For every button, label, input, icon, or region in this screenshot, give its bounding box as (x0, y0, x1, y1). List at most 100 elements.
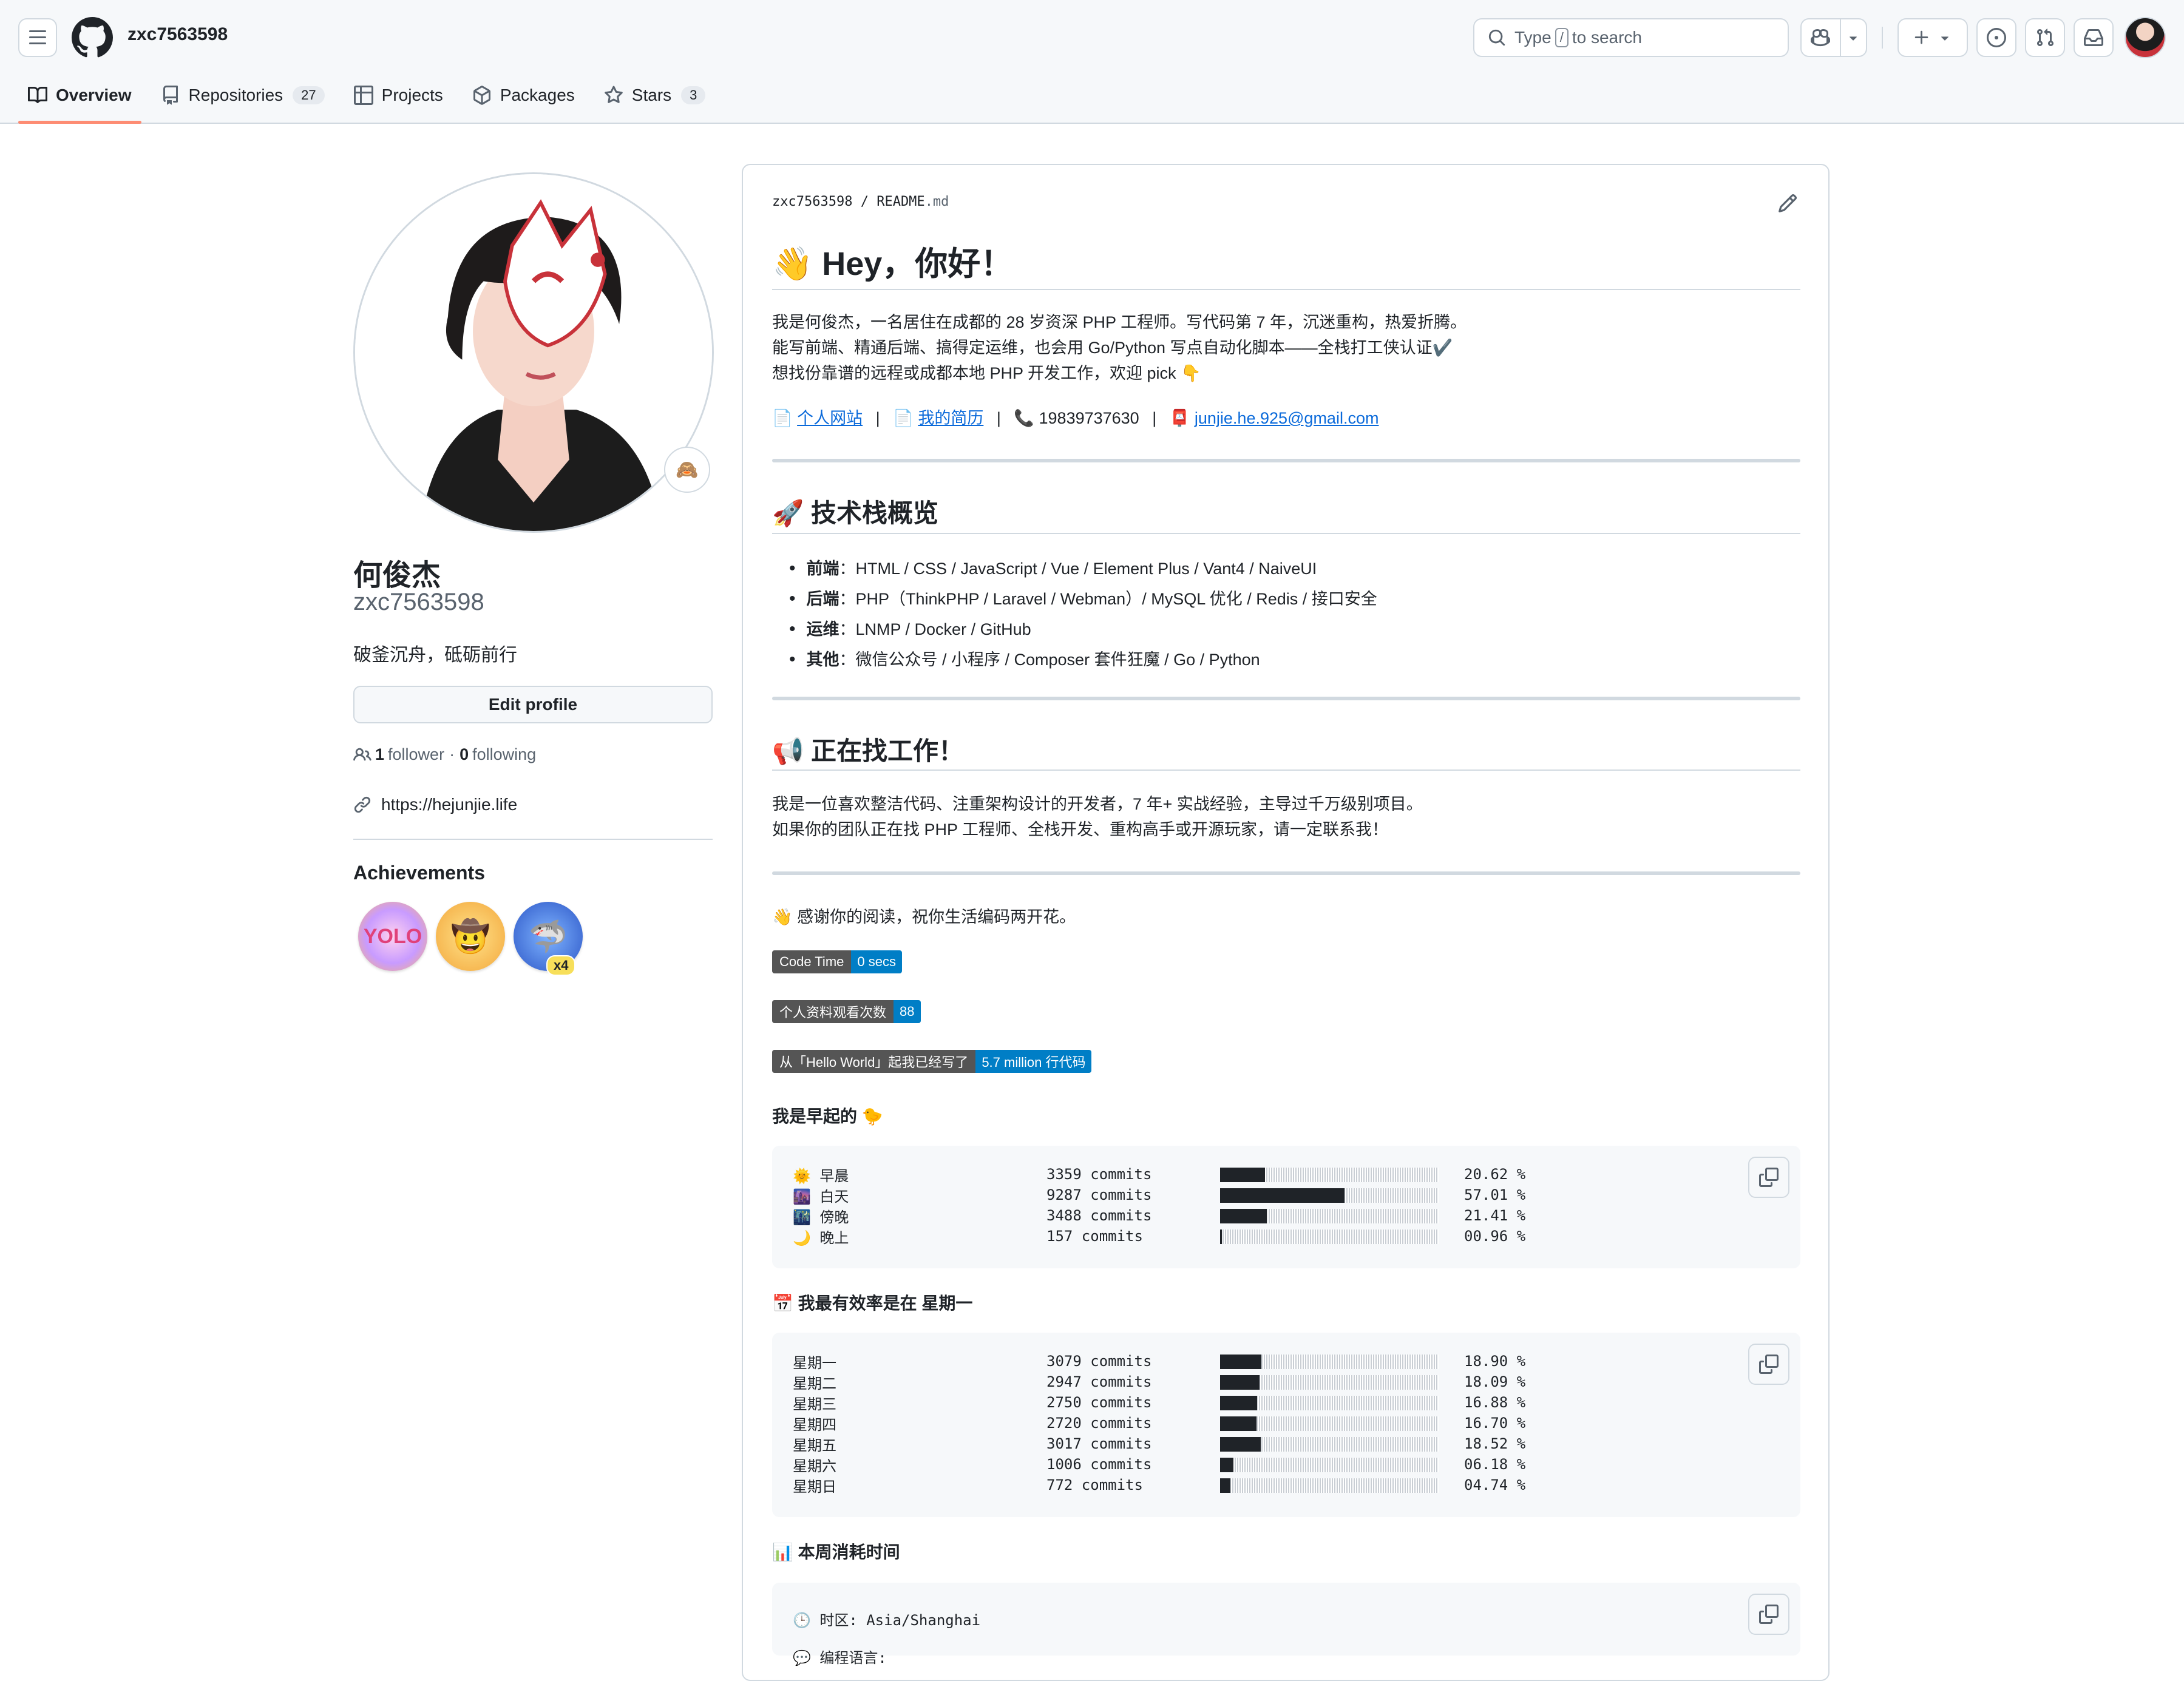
phone-icon: 📞 (1014, 409, 1034, 427)
stat-label: 星期一 (793, 1354, 836, 1372)
code-time-shield[interactable]: Code Time 0 secs (772, 950, 902, 973)
issues-button[interactable] (1976, 18, 2016, 57)
tab-label: Overview (56, 86, 132, 104)
copy-button[interactable] (1748, 1594, 1789, 1635)
stat-commits: 2947 commits (1046, 1373, 1152, 1390)
stat-percent: 16.70 % (1464, 1415, 1526, 1432)
achievements-title: Achievements (353, 862, 485, 884)
readme-user-link[interactable]: zxc7563598 (772, 194, 852, 209)
stat-label: 星期六 (793, 1457, 836, 1475)
profile-avatar[interactable] (353, 172, 714, 533)
git-pull-request-icon (2036, 29, 2054, 47)
pull-requests-button[interactable] (2025, 18, 2065, 57)
copilot-dropdown[interactable] (1841, 19, 1866, 56)
status-emoji-button[interactable]: 🙈 (664, 447, 710, 493)
header-username[interactable]: zxc7563598 (127, 24, 228, 45)
copy-icon (1759, 1355, 1779, 1374)
pencil-icon[interactable] (1777, 193, 1798, 214)
job-line: 如果你的团队正在找 PHP 工程师、全栈开发、重构高手或开源玩家，请一定联系我！ (772, 820, 1389, 839)
triangle-down-icon (1850, 36, 1857, 41)
tab-overview[interactable]: Overview (18, 72, 141, 124)
stat-bar (1220, 1229, 1439, 1244)
stack-value: ：微信公众号 / 小程序 / Composer 套件狂魔 / Go / Pyth… (839, 651, 1260, 669)
intro-line: 想找份靠谱的远程或成都本地 PHP 开发工作，欢迎 pick 👇 (772, 364, 1201, 382)
stat-percent: 06.18 % (1464, 1456, 1526, 1473)
readme-breadcrumb: zxc7563598 / README.md (772, 194, 949, 209)
tab-stars[interactable]: Stars 3 (594, 72, 716, 119)
edit-profile-button[interactable]: Edit profile (353, 686, 713, 723)
user-avatar-menu[interactable] (2125, 17, 2166, 58)
section-rule (772, 871, 1800, 875)
intro-line: 能写前端、精通后端、搞得定运维，也会用 Go/Python 写点自动化脚本——全… (772, 339, 1453, 357)
contact-links: 📄 个人网站 | 📄 我的简历 | 📞 19839737630 | 📮 junj… (772, 405, 1379, 431)
stat-bar (1220, 1437, 1439, 1452)
link-separator: | (1152, 409, 1157, 427)
heading-rule (772, 769, 1800, 771)
thanks-text: 👋 感谢你的阅读，祝你生活编码两开花。 (772, 908, 1076, 926)
search-hint-post: to search (1572, 28, 1642, 47)
list-item: 后端：PHP（ThinkPHP / Laravel / Webman）/ MyS… (789, 584, 1377, 614)
job-line: 我是一位喜欢整洁代码、注重架构设计的开发者，7 年+ 实战经验，主导过千万级别项… (772, 795, 1423, 813)
tab-repositories[interactable]: Repositories 27 (151, 72, 334, 119)
link-separator: | (875, 409, 880, 427)
followers-label: follower (388, 745, 445, 763)
stat-bar (1220, 1168, 1439, 1182)
header-divider (1882, 27, 1883, 49)
link-separator: | (996, 409, 1001, 427)
shield-label: 从「Hello World」起我已经写了 (772, 1050, 976, 1073)
stat-percent: 20.62 % (1464, 1166, 1526, 1183)
readme-file-ext: .md (924, 194, 949, 209)
crumb-separator: / (860, 194, 869, 209)
lines-of-code-shield[interactable]: 从「Hello World」起我已经写了 5.7 million 行代码 (772, 1050, 1092, 1073)
website-link[interactable]: https://hejunjie.life (381, 795, 517, 814)
achievement-yolo-badge[interactable]: YOLO (358, 902, 427, 971)
copy-button[interactable] (1748, 1157, 1789, 1198)
stat-bar-fill (1220, 1188, 1345, 1203)
following-link[interactable]: 0 following (460, 745, 536, 764)
github-logo-icon[interactable] (72, 17, 113, 58)
menu-button[interactable] (18, 18, 57, 57)
stat-commits: 1006 commits (1046, 1456, 1152, 1473)
resume-link[interactable]: 我的简历 (918, 409, 983, 427)
inbox-button[interactable] (2074, 18, 2114, 57)
tech-stack-list: 前端：HTML / CSS / JavaScript / Vue / Eleme… (789, 553, 1377, 675)
stack-value: ：HTML / CSS / JavaScript / Vue / Element… (839, 560, 1317, 578)
stat-label: 星期四 (793, 1416, 836, 1433)
stat-percent: 04.74 % (1464, 1476, 1526, 1493)
plus-icon (1914, 30, 1928, 44)
copilot-button[interactable] (1802, 19, 1841, 56)
heading-rule (772, 533, 1800, 534)
stat-percent: 57.01 % (1464, 1186, 1526, 1203)
personal-site-link[interactable]: 个人网站 (797, 409, 863, 427)
tab-projects[interactable]: Projects (344, 72, 453, 119)
search-shortcut-key: / (1555, 28, 1568, 47)
stat-bar-fill (1220, 1168, 1266, 1182)
people-icon (353, 748, 371, 760)
list-item: 运维：LNMP / Docker / GitHub (789, 614, 1377, 644)
tab-packages[interactable]: Packages (463, 72, 585, 119)
email-link[interactable]: junjie.he.925@gmail.com (1195, 409, 1379, 427)
copy-button[interactable] (1748, 1344, 1789, 1385)
shield-value: 5.7 million 行代码 (975, 1050, 1092, 1073)
heading-rule (772, 289, 1800, 290)
search-input[interactable]: Type / to search (1473, 18, 1789, 57)
repo-icon (163, 86, 178, 105)
search-hint-pre: Type (1514, 28, 1552, 47)
package-icon (473, 86, 490, 105)
early-bird-heading: 我是早起的 🐤 (772, 1107, 883, 1126)
profile-login: zxc7563598 (353, 589, 484, 615)
document-icon: 📄 (772, 409, 793, 427)
followers-link[interactable]: 1 follower (375, 745, 444, 764)
stat-commits: 157 commits (1046, 1228, 1143, 1245)
stat-label: 星期三 (793, 1395, 836, 1413)
profile-views-shield[interactable]: 个人资料观看次数 88 (772, 1000, 921, 1023)
stack-key: 前端 (806, 560, 839, 578)
stat-bar-fill (1220, 1355, 1262, 1369)
stack-key: 后端 (806, 590, 839, 608)
achievement-pull-shark-cowboy-badge[interactable]: 🤠 (436, 902, 505, 971)
timezone-line: 🕒 时区: Asia/Shanghai (793, 1611, 981, 1629)
stat-label: 星期日 (793, 1478, 836, 1495)
create-new-button[interactable] (1897, 18, 1968, 57)
stat-bar (1220, 1416, 1439, 1431)
stat-percent: 21.41 % (1464, 1207, 1526, 1224)
